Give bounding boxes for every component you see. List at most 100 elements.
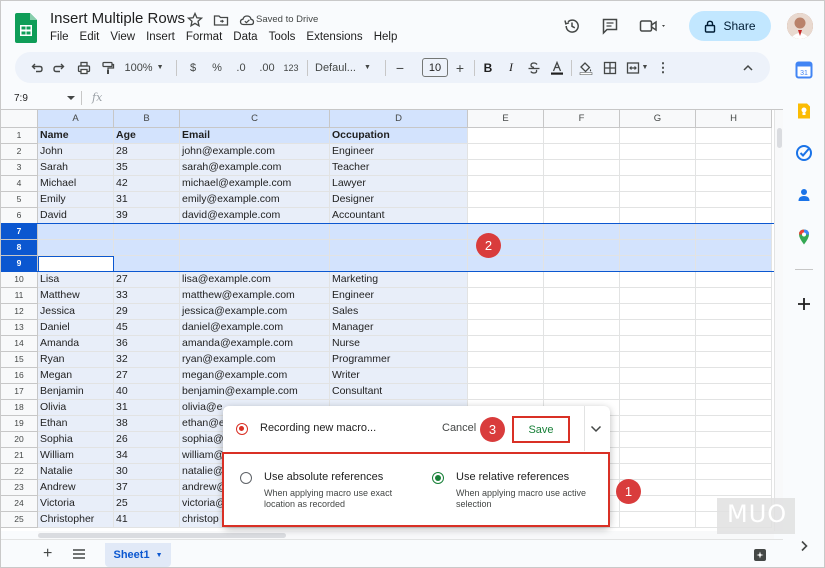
row-header[interactable]: 10 [1,272,38,288]
decrease-font-size-button[interactable]: − [392,52,408,83]
menu-tools[interactable]: Tools [269,31,296,43]
row-header[interactable]: 14 [1,336,38,352]
fill-color-icon[interactable] [577,52,595,83]
paint-format-icon[interactable] [99,52,117,83]
table-cell[interactable] [468,192,544,208]
table-cell[interactable]: 41 [114,512,180,528]
table-cell[interactable] [696,336,772,352]
table-cell[interactable]: 30 [114,464,180,480]
table-cell[interactable] [696,416,772,432]
table-cell[interactable]: Christopher [38,512,114,528]
share-button[interactable]: Share [689,11,771,41]
table-cell[interactable] [620,304,696,320]
table-cell[interactable] [544,176,620,192]
table-cell[interactable] [468,176,544,192]
table-cell[interactable]: 38 [114,416,180,432]
table-cell[interactable] [620,464,696,480]
table-cell[interactable] [544,160,620,176]
table-cell[interactable]: 27 [114,368,180,384]
collapse-toolbar-icon[interactable] [739,52,757,83]
table-cell[interactable]: Megan [38,368,114,384]
maps-icon[interactable] [795,228,813,246]
table-cell[interactable] [620,192,696,208]
table-cell[interactable]: Sophia [38,432,114,448]
table-cell[interactable] [180,224,330,240]
header-cell[interactable] [696,128,772,144]
bold-button[interactable]: B [480,52,496,83]
row-header[interactable]: 18 [1,400,38,416]
table-cell[interactable]: 35 [114,160,180,176]
contacts-icon[interactable] [795,186,813,204]
column-header-f[interactable]: F [544,110,620,128]
table-cell[interactable]: Daniel [38,320,114,336]
table-cell[interactable]: Lawyer [330,176,468,192]
row-header[interactable]: 23 [1,480,38,496]
table-cell[interactable] [696,192,772,208]
table-cell[interactable] [544,272,620,288]
table-cell[interactable]: sarah@example.com [180,160,330,176]
borders-icon[interactable] [601,52,619,83]
table-cell[interactable]: Benjamin [38,384,114,400]
table-cell[interactable] [330,224,468,240]
row-header[interactable]: 6 [1,208,38,224]
redo-icon[interactable] [51,52,69,83]
table-cell[interactable] [544,288,620,304]
table-cell[interactable]: 40 [114,384,180,400]
scroll-thumb[interactable] [777,128,782,148]
version-history-icon[interactable] [563,17,581,35]
table-cell[interactable] [114,256,180,272]
table-cell[interactable]: Ryan [38,352,114,368]
row-header[interactable]: 4 [1,176,38,192]
table-cell[interactable] [468,384,544,400]
table-cell[interactable] [620,144,696,160]
table-cell[interactable]: john@example.com [180,144,330,160]
table-cell[interactable] [544,208,620,224]
table-cell[interactable]: Lisa [38,272,114,288]
column-header-c[interactable]: C [180,110,330,128]
table-cell[interactable]: Matthew [38,288,114,304]
row-header[interactable]: 24 [1,496,38,512]
more-options-icon[interactable]: ⋮ [655,52,671,83]
table-cell[interactable] [696,480,772,496]
table-cell[interactable] [544,256,620,272]
row-header[interactable]: 2 [1,144,38,160]
column-header-h[interactable]: H [696,110,772,128]
vertical-scrollbar[interactable] [774,110,783,531]
row-header[interactable]: 25 [1,512,38,528]
menu-help[interactable]: Help [374,31,398,43]
table-cell[interactable]: michael@example.com [180,176,330,192]
table-cell[interactable] [544,144,620,160]
scroll-thumb[interactable] [38,533,286,538]
cloud-saved-icon[interactable] [239,12,255,28]
column-header-e[interactable]: E [468,110,544,128]
absolute-references-radio[interactable] [240,472,252,484]
row-header[interactable]: 20 [1,432,38,448]
table-cell[interactable] [544,240,620,256]
chevron-down-icon[interactable] [590,424,602,434]
table-cell[interactable]: Michael [38,176,114,192]
table-cell[interactable] [468,256,544,272]
horizontal-scrollbar[interactable] [38,531,774,539]
table-cell[interactable] [696,144,772,160]
table-cell[interactable]: Engineer [330,288,468,304]
table-cell[interactable]: matthew@example.com [180,288,330,304]
tasks-icon[interactable] [795,144,813,162]
table-cell[interactable]: megan@example.com [180,368,330,384]
table-cell[interactable] [620,176,696,192]
keep-icon[interactable] [795,102,813,120]
table-cell[interactable]: Sales [330,304,468,320]
table-cell[interactable] [468,208,544,224]
menu-insert[interactable]: Insert [146,31,175,43]
table-cell[interactable] [696,464,772,480]
menu-format[interactable]: Format [186,31,222,43]
menu-file[interactable]: File [50,31,69,43]
table-cell[interactable]: 27 [114,272,180,288]
table-cell[interactable] [114,224,180,240]
table-cell[interactable]: William [38,448,114,464]
table-cell[interactable]: David [38,208,114,224]
table-cell[interactable] [468,160,544,176]
table-cell[interactable] [620,352,696,368]
name-box[interactable]: 7:9 [14,93,28,104]
increase-decimal-button[interactable]: .00 [255,52,279,83]
table-cell[interactable] [620,160,696,176]
